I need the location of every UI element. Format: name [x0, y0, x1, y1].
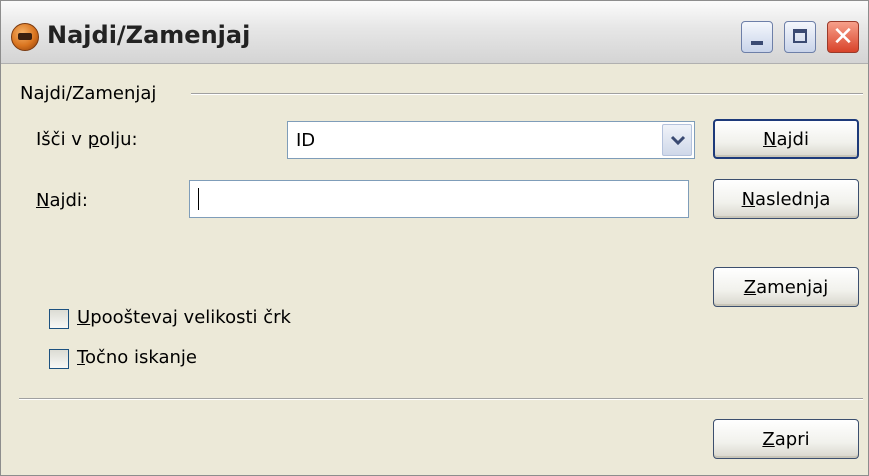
window-title: Najdi/Zamenjaj — [47, 21, 251, 49]
search-in-field-label: Išči v polju: — [36, 129, 138, 150]
group-divider — [191, 93, 863, 95]
minimize-button[interactable] — [741, 21, 773, 53]
replace-button[interactable]: Zamenjaj — [713, 267, 859, 307]
search-in-field-select[interactable]: ID — [287, 121, 695, 159]
search-in-label-accesskey: p — [87, 129, 100, 150]
find-button-accesskey: N — [763, 129, 777, 150]
find-replace-dialog: Najdi/Zamenjaj ✕ Najdi/Zamenjaj Išči v p… — [0, 0, 869, 476]
find-button-label: ajdi — [776, 129, 809, 150]
minimize-icon — [751, 41, 763, 45]
search-in-field-value: ID — [296, 130, 316, 151]
match-case-label[interactable]: Upooštevaj velikosti črk — [77, 307, 291, 328]
exact-search-checkbox[interactable] — [49, 349, 69, 369]
search-in-label-rest: olju: — [99, 129, 138, 150]
replace-button-accesskey: Z — [743, 277, 757, 298]
close-button[interactable]: Zapri — [713, 419, 859, 459]
app-icon[interactable] — [11, 23, 39, 51]
find-button[interactable]: Najdi — [713, 119, 859, 159]
chevron-down-icon — [670, 135, 686, 146]
close-window-button[interactable]: ✕ — [827, 21, 859, 53]
title-bar[interactable]: Najdi/Zamenjaj ✕ — [1, 1, 868, 64]
replace-button-label: amenjaj — [756, 277, 829, 298]
close-button-label: apri — [774, 429, 810, 450]
close-icon: ✕ — [832, 22, 854, 52]
exact-search-accesskey: T — [77, 347, 85, 368]
find-label: Najdi: — [36, 190, 88, 211]
next-button-accesskey: N — [741, 189, 756, 210]
match-case-accesskey: U — [77, 307, 91, 328]
exact-search-label[interactable]: Točno iskanje — [77, 347, 197, 368]
next-button-label: aslednja — [755, 189, 831, 210]
match-case-checkbox[interactable] — [49, 309, 69, 329]
find-label-accesskey: N — [36, 190, 50, 211]
next-button[interactable]: Naslednja — [713, 179, 859, 219]
match-case-text: pooštevaj velikosti črk — [90, 307, 291, 328]
group-label: Najdi/Zamenjaj — [20, 83, 157, 104]
bottom-separator — [19, 398, 863, 400]
close-button-accesskey: Z — [762, 429, 775, 450]
maximize-icon — [793, 29, 807, 43]
find-label-rest: ajdi: — [49, 190, 88, 211]
search-in-label-text: Išči v — [36, 129, 88, 150]
text-caret — [198, 188, 199, 210]
dropdown-button[interactable] — [662, 124, 692, 156]
exact-search-text: očno iskanje — [84, 347, 197, 368]
find-input[interactable] — [189, 180, 689, 218]
maximize-button[interactable] — [784, 21, 816, 53]
